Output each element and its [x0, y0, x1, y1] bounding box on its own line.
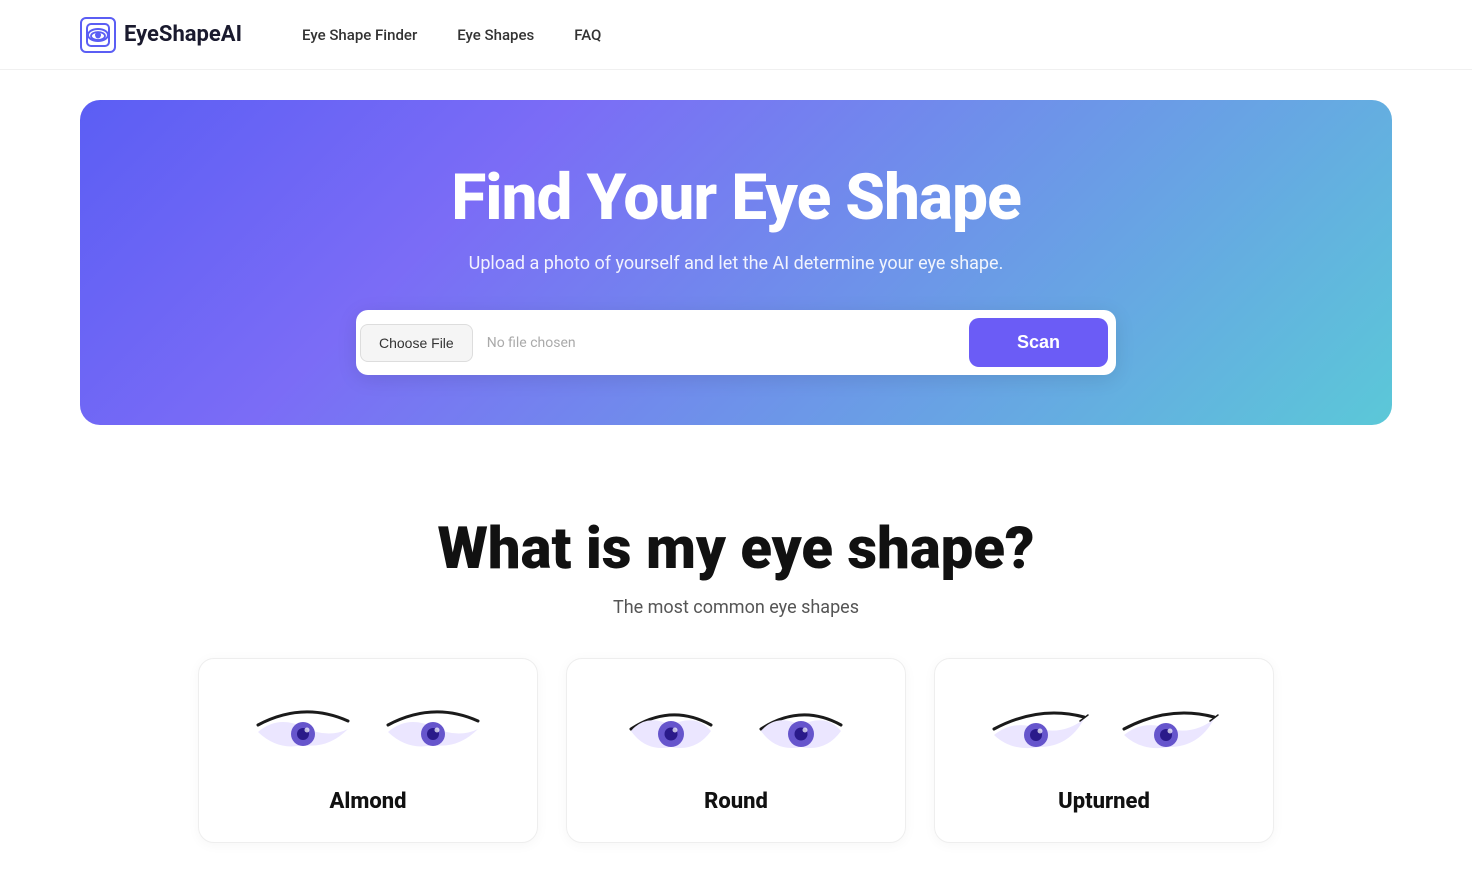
round-eye-left — [616, 697, 726, 762]
nav-links: Eye Shape Finder Eye Shapes FAQ — [302, 26, 601, 44]
logo[interactable]: EyeShapeAI — [80, 17, 242, 53]
upturned-eye-left — [984, 697, 1094, 762]
scan-button[interactable]: Scan — [969, 318, 1108, 367]
logo-text: EyeShapeAI — [124, 22, 242, 47]
section-subtitle: The most common eye shapes — [80, 597, 1392, 618]
hero-section: Find Your Eye Shape Upload a photo of yo… — [80, 100, 1392, 425]
almond-eye-left — [248, 697, 358, 762]
hero-subtitle: Upload a photo of yourself and let the A… — [469, 253, 1004, 274]
round-eyes-illustration — [616, 689, 856, 769]
navbar: EyeShapeAI Eye Shape Finder Eye Shapes F… — [0, 0, 1472, 70]
card-almond: Almond — [198, 658, 538, 843]
almond-eye-right — [378, 697, 488, 762]
upturned-eye-right — [1114, 697, 1224, 762]
logo-icon — [80, 17, 116, 53]
nav-eye-shape-finder[interactable]: Eye Shape Finder — [302, 26, 417, 44]
eye-shape-cards: Almond — [80, 658, 1392, 843]
upturned-eyes-illustration — [984, 689, 1224, 769]
almond-eyes-illustration — [248, 689, 488, 769]
logo-svg — [86, 23, 110, 47]
round-eye-right — [746, 697, 856, 762]
upturned-label: Upturned — [1058, 789, 1150, 814]
file-name-display: No file chosen — [473, 325, 969, 361]
card-upturned: Upturned — [934, 658, 1274, 843]
section-title: What is my eye shape? — [80, 515, 1392, 583]
choose-file-button[interactable]: Choose File — [360, 324, 473, 362]
hero-title: Find Your Eye Shape — [451, 160, 1021, 235]
nav-faq[interactable]: FAQ — [574, 26, 601, 44]
card-round: Round — [566, 658, 906, 843]
upload-area: Choose File No file chosen Scan — [356, 310, 1116, 375]
eye-shapes-section: What is my eye shape? The most common ey… — [0, 455, 1472, 883]
nav-eye-shapes[interactable]: Eye Shapes — [457, 26, 534, 44]
round-label: Round — [704, 789, 768, 814]
almond-label: Almond — [330, 789, 407, 814]
